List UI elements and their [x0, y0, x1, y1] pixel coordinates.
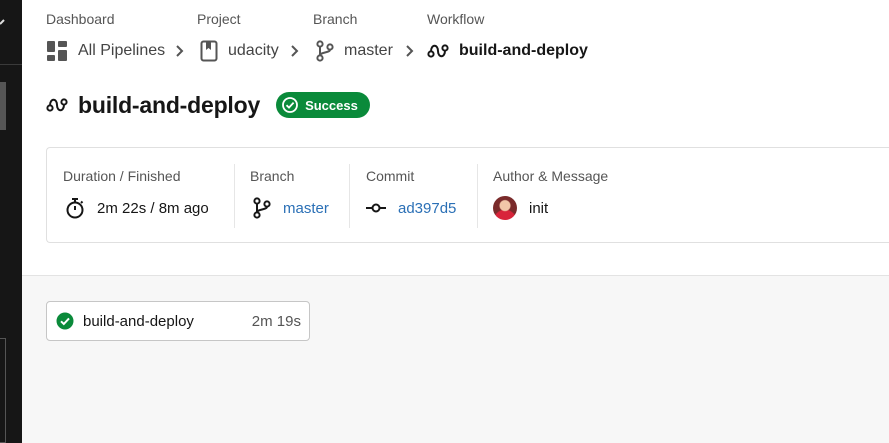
- breadcrumb-text: build-and-deploy: [459, 42, 588, 59]
- breadcrumb-text: All Pipelines: [78, 42, 166, 59]
- breadcrumb-project[interactable]: udacity: [200, 40, 279, 62]
- column-divider: [477, 164, 478, 228]
- workflow-icon: [427, 44, 449, 58]
- status-text: Success: [305, 97, 358, 113]
- breadcrumb-text: master: [344, 42, 393, 59]
- workflow-icon: [46, 98, 68, 112]
- duration-label: Duration / Finished: [63, 168, 181, 184]
- chevron-right-icon: [406, 45, 414, 57]
- author-label: Author & Message: [493, 168, 609, 184]
- branch-link[interactable]: master: [283, 200, 329, 217]
- dashboard-icon: [47, 41, 67, 61]
- branch-icon: [253, 197, 271, 219]
- page-title: build-and-deploy: [78, 91, 261, 118]
- breadcrumb-label-project: Project: [197, 11, 241, 27]
- workflow-details-card: Duration / Finished 2m 22s / 8m ago Bran…: [46, 147, 889, 243]
- duration-value: 2m 22s / 8m ago: [65, 196, 209, 220]
- job-duration: 2m 19s: [251, 312, 301, 330]
- workflow-title-row: build-and-deploy Success: [46, 90, 370, 120]
- commit-link[interactable]: ad397d5: [398, 200, 456, 217]
- sidebar-divider: [0, 64, 22, 65]
- column-divider: [349, 164, 350, 228]
- breadcrumb-label-branch: Branch: [313, 11, 358, 27]
- breadcrumb-all-pipelines[interactable]: All Pipelines: [46, 40, 165, 62]
- branch-value[interactable]: master: [253, 196, 329, 220]
- commit-label: Commit: [366, 168, 415, 184]
- duration-text: 2m 22s / 8m ago: [97, 199, 209, 217]
- status-badge: Success: [276, 92, 370, 118]
- chevron-right-icon: [176, 45, 184, 57]
- breadcrumb-text: udacity: [228, 42, 279, 59]
- breadcrumb-label-dashboard: Dashboard: [46, 11, 115, 27]
- chevron-icon[interactable]: [0, 14, 10, 28]
- sidebar: [0, 0, 22, 443]
- branch-icon: [316, 40, 334, 62]
- workflow-header: Dashboard Project Branch Workflow All Pi…: [22, 0, 889, 276]
- author-value: init: [493, 196, 548, 220]
- main-content: Dashboard Project Branch Workflow All Pi…: [22, 0, 889, 443]
- sidebar-panel: [0, 338, 6, 443]
- commit-message: init: [529, 199, 549, 217]
- stopwatch-icon: [66, 198, 84, 219]
- commit-value[interactable]: ad397d5: [366, 196, 456, 220]
- check-circle-icon: [282, 97, 298, 113]
- commit-icon: [366, 203, 386, 213]
- breadcrumb-workflow[interactable]: build-and-deploy: [427, 40, 588, 62]
- breadcrumb-label-workflow: Workflow: [427, 11, 485, 27]
- job-name: build-and-deploy: [83, 312, 194, 330]
- chevron-right-icon: [291, 45, 299, 57]
- avatar: [493, 196, 517, 220]
- breadcrumb-branch[interactable]: master: [316, 40, 393, 62]
- success-check-icon: [56, 312, 74, 330]
- column-divider: [234, 164, 235, 228]
- job-item[interactable]: build-and-deploy 2m 19s: [46, 301, 310, 341]
- sidebar-active-item[interactable]: [0, 82, 6, 130]
- project-icon: [200, 40, 218, 62]
- branch-label: Branch: [250, 168, 295, 184]
